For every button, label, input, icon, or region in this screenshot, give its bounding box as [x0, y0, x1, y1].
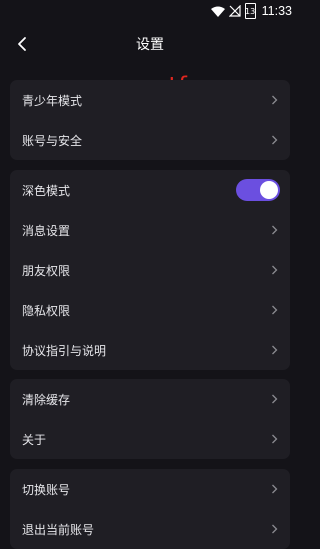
- chevron-right-icon: [272, 265, 278, 275]
- back-icon[interactable]: [14, 34, 32, 54]
- row-label: 退出当前账号: [22, 522, 95, 537]
- chevron-right-icon: [272, 434, 278, 444]
- row-label: 青少年模式: [22, 93, 83, 108]
- chevron-right-icon: [272, 345, 278, 355]
- chevron-right-icon: [272, 394, 278, 404]
- row-clear-cache[interactable]: 清除缓存: [10, 379, 290, 419]
- settings-group-storage: 清除缓存 关于: [10, 379, 290, 459]
- chevron-right-icon: [272, 305, 278, 315]
- settings-group-session: 切换账号 退出当前账号: [10, 469, 290, 549]
- row-label: 消息设置: [22, 223, 71, 238]
- row-label: 切换账号: [22, 482, 71, 497]
- status-bar: 13 11:33: [0, 0, 300, 22]
- row-logout[interactable]: 退出当前账号: [10, 509, 290, 549]
- settings-group-account: 青少年模式 账号与安全: [10, 80, 290, 160]
- chevron-right-icon: [272, 135, 278, 145]
- row-youth-mode[interactable]: 青少年模式: [10, 80, 290, 120]
- toggle-knob: [260, 181, 278, 199]
- row-account-security[interactable]: 账号与安全: [10, 120, 290, 160]
- row-friend-permissions[interactable]: 朋友权限: [10, 250, 290, 290]
- dark-mode-toggle[interactable]: [236, 179, 280, 201]
- row-about[interactable]: 关于: [10, 419, 290, 459]
- wifi-icon: [210, 6, 225, 17]
- row-label: 清除缓存: [22, 392, 71, 407]
- no-signal-icon: [228, 5, 241, 17]
- status-time: 11:33: [261, 4, 292, 18]
- row-label: 深色模式: [22, 183, 71, 198]
- row-agreements-guide[interactable]: 协议指引与说明: [10, 330, 290, 370]
- row-label: 隐私权限: [22, 303, 71, 318]
- chevron-right-icon: [272, 225, 278, 235]
- chevron-right-icon: [272, 484, 278, 494]
- chevron-right-icon: [272, 95, 278, 105]
- row-message-settings[interactable]: 消息设置: [10, 210, 290, 250]
- header: 设置: [0, 22, 300, 66]
- battery-icon: 13: [244, 3, 256, 19]
- battery-level: 13: [245, 6, 256, 16]
- row-switch-account[interactable]: 切换账号: [10, 469, 290, 509]
- settings-group-preferences: 深色模式 消息设置 朋友权限 隐私权限 协议指引与说明: [10, 170, 290, 370]
- page-title: 设置: [136, 37, 164, 53]
- row-label: 关于: [22, 432, 47, 447]
- row-label: 协议指引与说明: [22, 343, 107, 358]
- row-label: 朋友权限: [22, 263, 71, 278]
- row-dark-mode: 深色模式: [10, 170, 290, 210]
- row-privacy-permissions[interactable]: 隐私权限: [10, 290, 290, 330]
- row-label: 账号与安全: [22, 133, 83, 148]
